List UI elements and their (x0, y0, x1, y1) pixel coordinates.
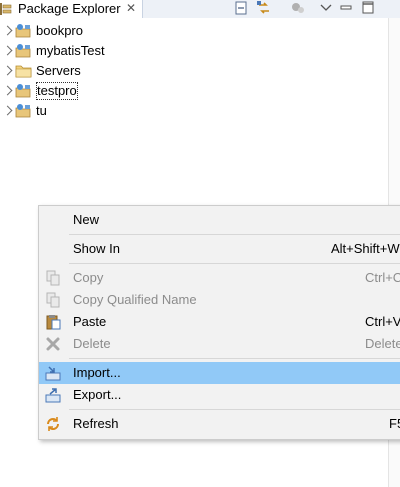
delete-icon (46, 337, 60, 351)
menu-item-label: Show In (73, 241, 120, 256)
shortcut-text: Ctrl+C (365, 270, 400, 285)
paste-icon (46, 315, 61, 330)
context-menu: New Show In Alt+Shift+W Copy Ctrl+C Copy… (38, 205, 400, 440)
menu-item-export[interactable]: Export... (39, 384, 400, 406)
chevron-right-icon[interactable] (2, 85, 13, 96)
tree-item-label: bookpro (36, 23, 83, 38)
package-explorer-icon (0, 3, 12, 15)
java-project-icon (15, 104, 31, 118)
tree-item-label: tu (36, 103, 47, 118)
menu-item-delete[interactable]: Delete Delete (39, 333, 400, 355)
menu-separator (69, 358, 400, 359)
menu-item-copy-qualified-name[interactable]: Copy Qualified Name (39, 289, 400, 311)
export-icon (45, 388, 61, 403)
shortcut-text: Delete (365, 336, 400, 351)
java-project-icon (15, 84, 31, 98)
menu-item-label: New (73, 212, 100, 227)
menu-item-show-in[interactable]: Show In Alt+Shift+W (39, 238, 400, 260)
tree-item-mybatistest[interactable]: mybatisTest (0, 41, 380, 61)
collapse-all-icon[interactable] (234, 0, 250, 16)
import-icon (45, 366, 61, 381)
menu-item-label: Import... (73, 365, 121, 380)
menu-item-refresh[interactable]: Refresh F5 (39, 413, 400, 435)
menu-item-copy[interactable]: Copy Ctrl+C (39, 267, 400, 289)
shortcut-text: Alt+Shift+W (331, 241, 400, 256)
menu-item-label: Paste (73, 314, 107, 329)
folder-icon (15, 65, 32, 78)
copy-icon (46, 270, 60, 286)
java-project-icon (15, 44, 31, 58)
copy-qualified-icon (46, 292, 60, 308)
maximize-icon[interactable] (360, 0, 376, 16)
shortcut-text: Ctrl+V (365, 314, 400, 329)
tree-item-testpro[interactable]: testpro (0, 81, 380, 101)
chevron-right-icon[interactable] (2, 25, 13, 36)
tree-item-label: testpro (36, 82, 78, 100)
chevron-right-icon[interactable] (2, 105, 13, 116)
view-title: Package Explorer (18, 1, 121, 16)
tree-item-bookpro[interactable]: bookpro (0, 21, 380, 41)
menu-separator (69, 263, 400, 264)
chevron-right-icon[interactable] (2, 65, 13, 76)
minimize-icon[interactable] (338, 0, 354, 16)
menu-separator (69, 409, 400, 410)
menu-item-label: Delete (73, 336, 111, 351)
chevron-right-icon[interactable] (2, 45, 13, 56)
view-menu-icon[interactable] (318, 0, 334, 16)
menu-item-import[interactable]: Import... (39, 362, 400, 384)
menu-item-new[interactable]: New (39, 209, 400, 231)
menu-item-paste[interactable]: Paste Ctrl+V (39, 311, 400, 333)
refresh-icon (47, 417, 59, 431)
close-icon[interactable]: ✕ (125, 1, 137, 15)
view-tab-bar: Package Explorer ✕ (0, 0, 400, 18)
menu-separator (69, 234, 400, 235)
menu-item-label: Refresh (73, 416, 119, 431)
java-project-icon (15, 24, 31, 38)
tree-item-label: Servers (36, 63, 81, 78)
menu-item-label: Copy (73, 270, 104, 285)
tab-package-explorer[interactable]: Package Explorer ✕ (0, 0, 143, 18)
tree-item-label: mybatisTest (36, 43, 105, 58)
shortcut-text: F5 (389, 416, 400, 431)
link-with-editor-icon[interactable] (256, 0, 272, 16)
tree-item-servers[interactable]: Servers (0, 61, 380, 81)
menu-item-label: Export... (73, 387, 122, 402)
tree-item-tu[interactable]: tu (0, 101, 380, 121)
menu-item-label: Copy Qualified Name (73, 292, 197, 307)
filter-icon[interactable] (290, 0, 306, 16)
